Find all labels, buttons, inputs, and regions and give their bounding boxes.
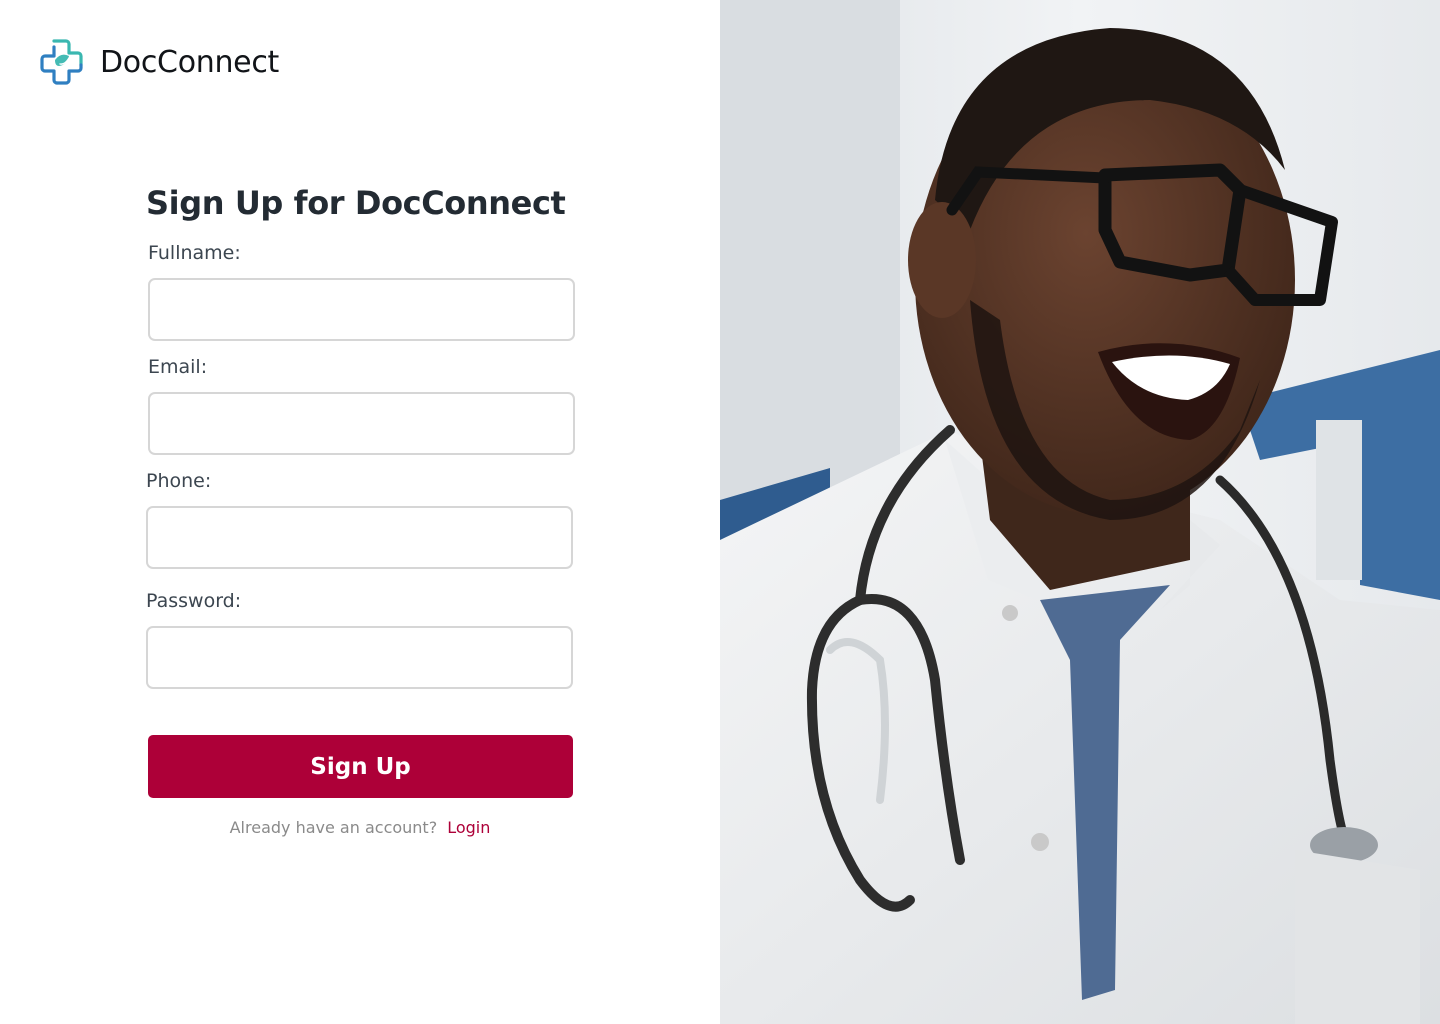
login-prompt-text: Already have an account? <box>229 818 438 837</box>
phone-input[interactable] <box>146 506 573 569</box>
page-title: Sign Up for DocConnect <box>146 184 566 222</box>
brand-name: DocConnect <box>100 44 279 80</box>
signup-page: DocConnect Sign Up for DocConnect Fullna… <box>0 0 1440 1024</box>
password-input[interactable] <box>146 626 573 689</box>
hero-image <box>720 0 1440 1024</box>
fullname-label: Fullname: <box>148 242 241 264</box>
login-prompt: Already have an account? Login <box>0 818 720 837</box>
password-label: Password: <box>146 590 242 612</box>
sign-up-button[interactable]: Sign Up <box>148 735 573 798</box>
medical-cross-icon <box>40 39 83 85</box>
phone-label: Phone: <box>146 470 212 492</box>
email-input[interactable] <box>148 392 575 455</box>
brand-header[interactable]: DocConnect <box>38 38 279 86</box>
fullname-input[interactable] <box>148 278 575 341</box>
doctor-photo <box>720 0 1440 1024</box>
signup-panel: DocConnect Sign Up for DocConnect Fullna… <box>0 0 720 1024</box>
email-label: Email: <box>148 356 208 378</box>
login-link[interactable]: Login <box>447 818 490 837</box>
